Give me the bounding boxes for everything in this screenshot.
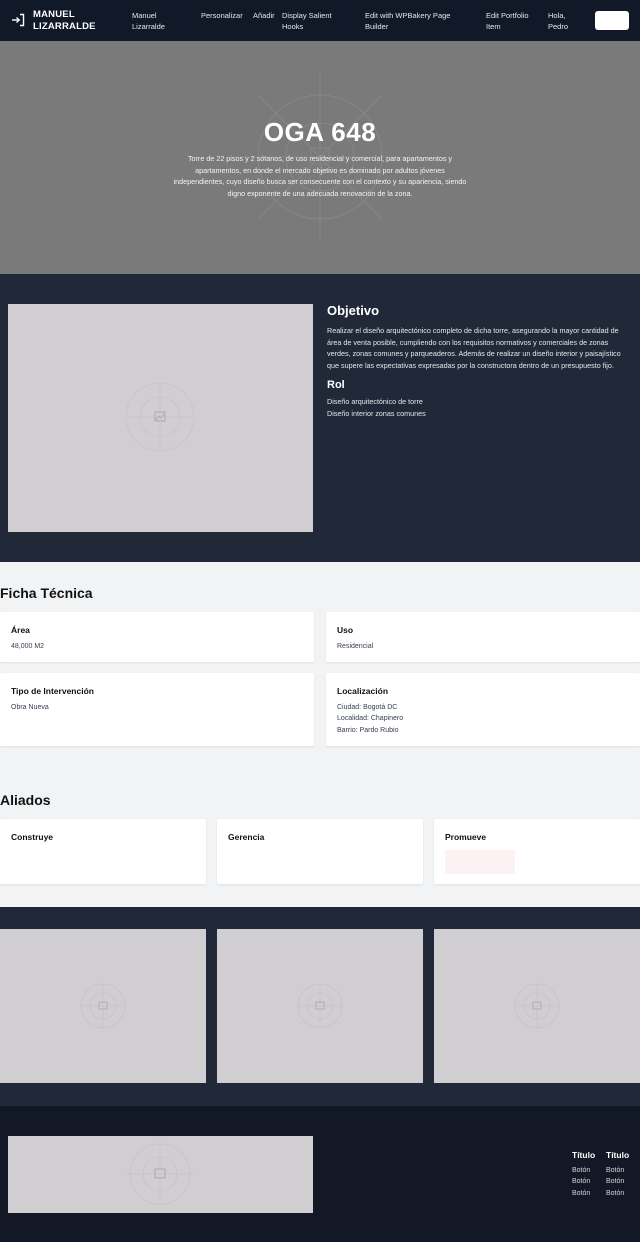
footer-link[interactable]: Botón — [606, 1188, 629, 1199]
allies-heading: Aliados — [0, 792, 51, 808]
card-title: Construye — [11, 832, 54, 842]
ally-card-builder: Construye — [0, 819, 206, 884]
card-value: 48,000 M2 — [11, 643, 45, 650]
gallery-image[interactable] — [434, 929, 640, 1083]
promoter-logo[interactable] — [445, 850, 515, 874]
footer: Título Botón Botón Botón Título Botón Bo… — [0, 1106, 640, 1242]
card-title: Uso — [337, 625, 354, 635]
footer-link[interactable]: Botón — [572, 1188, 595, 1199]
info-card-area: Área 48,000 M2 — [0, 612, 314, 662]
nav-user-greeting[interactable]: Hola, Pedro — [548, 10, 584, 32]
nav-add-new[interactable]: Añadir — [253, 10, 275, 21]
objective-section: Objetivo Realizar el diseño arquitectóni… — [0, 274, 640, 562]
hero-section: OGA 648 Torre de 22 pisos y 2 sótanos, d… — [0, 41, 640, 274]
image-icon — [126, 1142, 194, 1206]
nav-customize[interactable]: Personalizar — [201, 10, 243, 21]
nav-site-name[interactable]: Manuel Lizarralde — [132, 10, 184, 32]
hero-description: Torre de 22 pisos y 2 sótanos, de uso re… — [173, 154, 467, 198]
nav-edit-wpbakery[interactable]: Edit with WPBakery Page Builder — [365, 10, 465, 32]
objective-heading: Objetivo — [327, 303, 380, 318]
ally-card-management: Gerencia — [217, 819, 423, 884]
card-title: Tipo de Intervención — [11, 686, 94, 696]
top-navigation-bar: MANUEL LIZARRALDE Manuel Lizarralde Pers… — [0, 0, 640, 41]
footer-column: Título Botón Botón Botón — [606, 1150, 629, 1199]
footer-link[interactable]: Botón — [606, 1176, 629, 1187]
gallery-image[interactable] — [217, 929, 423, 1083]
card-title: Promueve — [445, 832, 487, 842]
tech-sheet-heading: Ficha Técnica — [0, 585, 93, 601]
project-image — [8, 304, 313, 532]
nav-edit-portfolio-item[interactable]: Edit Portfolio Item — [486, 10, 541, 32]
image-gallery — [0, 907, 640, 1106]
image-icon — [297, 983, 343, 1029]
page-title: OGA 648 — [263, 117, 377, 147]
search-box[interactable] — [595, 11, 629, 30]
objective-content: Objetivo Realizar el diseño arquitectóni… — [327, 303, 632, 419]
footer-image — [8, 1136, 313, 1213]
ally-card-promoter: Promueve — [434, 819, 640, 884]
role-item: Diseño interior zonas comunes — [327, 408, 426, 418]
location-city: Ciudad: Bogotá DC — [337, 704, 398, 711]
brand-link[interactable]: MANUEL LIZARRALDE — [11, 9, 113, 33]
role-item: Diseño arquitectónico de torre — [327, 397, 423, 406]
nav-display-salient-hooks[interactable]: Display Salient Hooks — [282, 10, 352, 32]
info-card-location: Localización Ciudad: Bogotá DC Localidad… — [326, 673, 640, 746]
role-heading: Rol — [327, 379, 345, 391]
location-neighborhood: Barrio: Pardo Rubio — [337, 726, 399, 734]
footer-column-title: Título — [572, 1150, 596, 1160]
location-locality: Localidad: Chapinero — [337, 715, 404, 723]
info-card-intervention: Tipo de Intervención Obra Nueva — [0, 673, 314, 746]
footer-column: Título Botón Botón Botón — [572, 1150, 595, 1199]
gallery-image[interactable] — [0, 929, 206, 1083]
image-icon — [125, 382, 195, 452]
card-title: Área — [11, 625, 30, 635]
footer-column-title: Título — [606, 1150, 630, 1160]
image-icon — [80, 983, 126, 1029]
objective-text: Realizar el diseño arquitectónico comple… — [327, 326, 621, 370]
brand-name: MANUEL LIZARRALDE — [33, 9, 96, 32]
location-details: Ciudad: Bogotá DC Localidad: Chapinero B… — [337, 702, 403, 736]
footer-link[interactable]: Botón — [572, 1165, 595, 1176]
info-card-use: Uso Residencial — [326, 612, 640, 662]
footer-link[interactable]: Botón — [572, 1176, 595, 1187]
sign-in-icon — [12, 13, 25, 27]
card-title: Gerencia — [228, 832, 265, 842]
card-value: Residencial — [337, 643, 374, 650]
footer-link[interactable]: Botón — [606, 1165, 629, 1176]
card-title: Localización — [337, 686, 389, 696]
image-icon — [514, 983, 560, 1029]
card-value: Obra Nueva — [11, 704, 49, 711]
